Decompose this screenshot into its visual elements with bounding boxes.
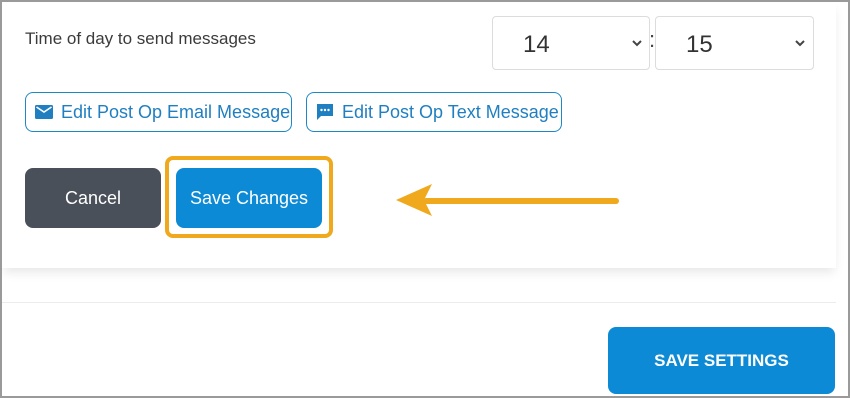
app-frame: Time of day to send messages 14 : 15 Edi… <box>0 0 850 398</box>
chat-bubble-icon <box>317 104 333 120</box>
save-changes-button[interactable]: Save Changes <box>176 168 322 228</box>
edit-email-message-button[interactable]: Edit Post Op Email Message <box>25 92 292 132</box>
hour-select[interactable]: 14 <box>492 16 650 70</box>
edit-email-message-label: Edit Post Op Email Message <box>61 101 291 122</box>
minute-value: 15 <box>686 31 713 58</box>
hour-value: 14 <box>523 31 550 58</box>
chevron-down-icon <box>632 40 642 47</box>
edit-text-message-label: Edit Post Op Text Message <box>342 101 559 122</box>
pointer-arrow-icon <box>396 184 619 216</box>
chevron-down-icon <box>795 40 805 47</box>
section-divider <box>2 302 836 303</box>
save-settings-button[interactable]: SAVE SETTINGS <box>608 327 835 394</box>
cancel-button[interactable]: Cancel <box>25 168 161 228</box>
send-time-label: Time of day to send messages <box>25 29 256 48</box>
minute-select[interactable]: 15 <box>655 16 814 70</box>
edit-text-message-button[interactable]: Edit Post Op Text Message <box>306 92 562 132</box>
envelope-icon <box>35 105 53 119</box>
settings-card: Time of day to send messages 14 : 15 Edi… <box>2 2 836 268</box>
